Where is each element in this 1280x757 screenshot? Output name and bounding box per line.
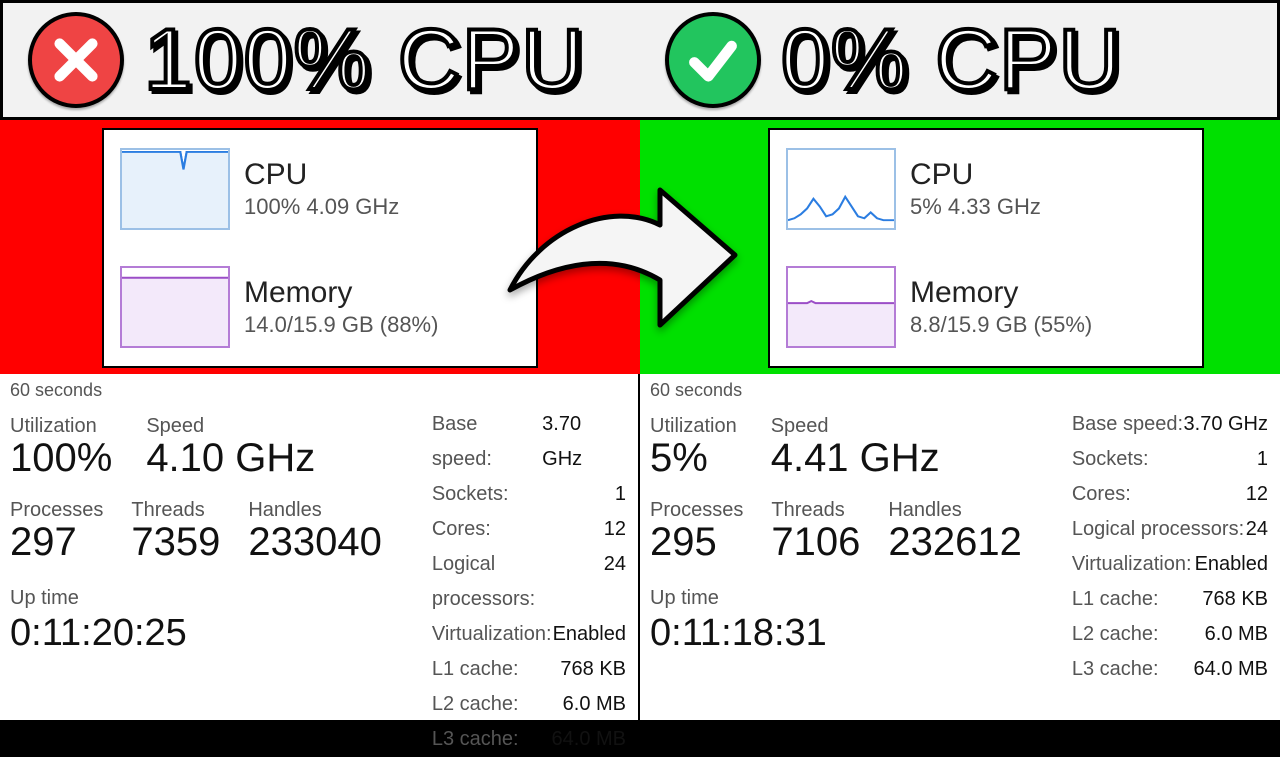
cpu-info-list: Base speed:3.70 GHz Sockets:1 Cores:12 L… bbox=[1072, 407, 1268, 687]
taskmgr-mini-right: CPU 5% 4.33 GHz Memory 8.8/15.9 GB (55%) bbox=[768, 128, 1204, 368]
processes-label: Processes bbox=[650, 499, 743, 522]
memory-title: Memory bbox=[910, 276, 1092, 310]
handles-value: 233040 bbox=[248, 520, 381, 565]
threads-label: Threads bbox=[771, 499, 860, 522]
cpu-sub: 5% 4.33 GHz bbox=[910, 194, 1041, 220]
taskmgr-detail-right: 60 seconds Utilization 5% Speed 4.41 GHz… bbox=[640, 374, 1280, 720]
headline-bad: 100% CPU bbox=[3, 12, 640, 108]
speed-label: Speed bbox=[146, 415, 315, 438]
memory-sub: 8.8/15.9 GB (55%) bbox=[910, 312, 1092, 338]
cpu-row[interactable]: CPU 100% 4.09 GHz bbox=[104, 130, 536, 248]
utilization-value: 5% bbox=[650, 436, 737, 481]
speed-value: 4.10 GHz bbox=[146, 436, 315, 481]
cpu-sub: 100% 4.09 GHz bbox=[244, 194, 399, 220]
memory-sparkline-icon bbox=[786, 266, 896, 348]
speed-value: 4.41 GHz bbox=[771, 436, 940, 481]
taskmgr-mini-left: CPU 100% 4.09 GHz Memory 14.0/15.9 GB (8… bbox=[102, 128, 538, 368]
threads-value: 7359 bbox=[131, 520, 220, 565]
memory-row[interactable]: Memory 14.0/15.9 GB (88%) bbox=[104, 248, 536, 366]
handles-label: Handles bbox=[248, 499, 381, 522]
headline-banner: 100% CPU 0% CPU bbox=[0, 0, 1280, 120]
time-axis-label: 60 seconds bbox=[10, 380, 626, 401]
uptime-label: Up time bbox=[10, 587, 382, 610]
memory-row[interactable]: Memory 8.8/15.9 GB (55%) bbox=[770, 248, 1202, 366]
memory-sub: 14.0/15.9 GB (88%) bbox=[244, 312, 438, 338]
processes-label: Processes bbox=[10, 499, 103, 522]
memory-sparkline-icon bbox=[120, 266, 230, 348]
utilization-label: Utilization bbox=[10, 415, 112, 438]
cpu-info-list: Base speed:3.70 GHz Sockets:1 Cores:12 L… bbox=[432, 407, 626, 757]
utilization-value: 100% bbox=[10, 436, 112, 481]
cross-icon bbox=[28, 12, 124, 108]
processes-value: 297 bbox=[10, 520, 103, 565]
cpu-sparkline-icon bbox=[120, 148, 230, 230]
uptime-value: 0:11:20:25 bbox=[10, 612, 382, 655]
headline-good: 0% CPU bbox=[640, 12, 1277, 108]
speed-label: Speed bbox=[771, 415, 940, 438]
cpu-title: CPU bbox=[910, 158, 1041, 192]
uptime-label: Up time bbox=[650, 587, 1022, 610]
uptime-value: 0:11:18:31 bbox=[650, 612, 1022, 655]
handles-label: Handles bbox=[888, 499, 1021, 522]
cpu-row[interactable]: CPU 5% 4.33 GHz bbox=[770, 130, 1202, 248]
memory-title: Memory bbox=[244, 276, 438, 310]
time-axis-label: 60 seconds bbox=[650, 380, 1268, 401]
threads-value: 7106 bbox=[771, 520, 860, 565]
cpu-title: CPU bbox=[244, 158, 399, 192]
utilization-label: Utilization bbox=[650, 415, 737, 438]
check-icon bbox=[665, 12, 761, 108]
taskmgr-detail-left: 60 seconds Utilization 100% Speed 4.10 G… bbox=[0, 374, 640, 720]
threads-label: Threads bbox=[131, 499, 220, 522]
headline-bad-text: 100% CPU bbox=[144, 17, 585, 103]
cpu-sparkline-icon bbox=[786, 148, 896, 230]
processes-value: 295 bbox=[650, 520, 743, 565]
headline-good-text: 0% CPU bbox=[781, 17, 1123, 103]
handles-value: 232612 bbox=[888, 520, 1021, 565]
